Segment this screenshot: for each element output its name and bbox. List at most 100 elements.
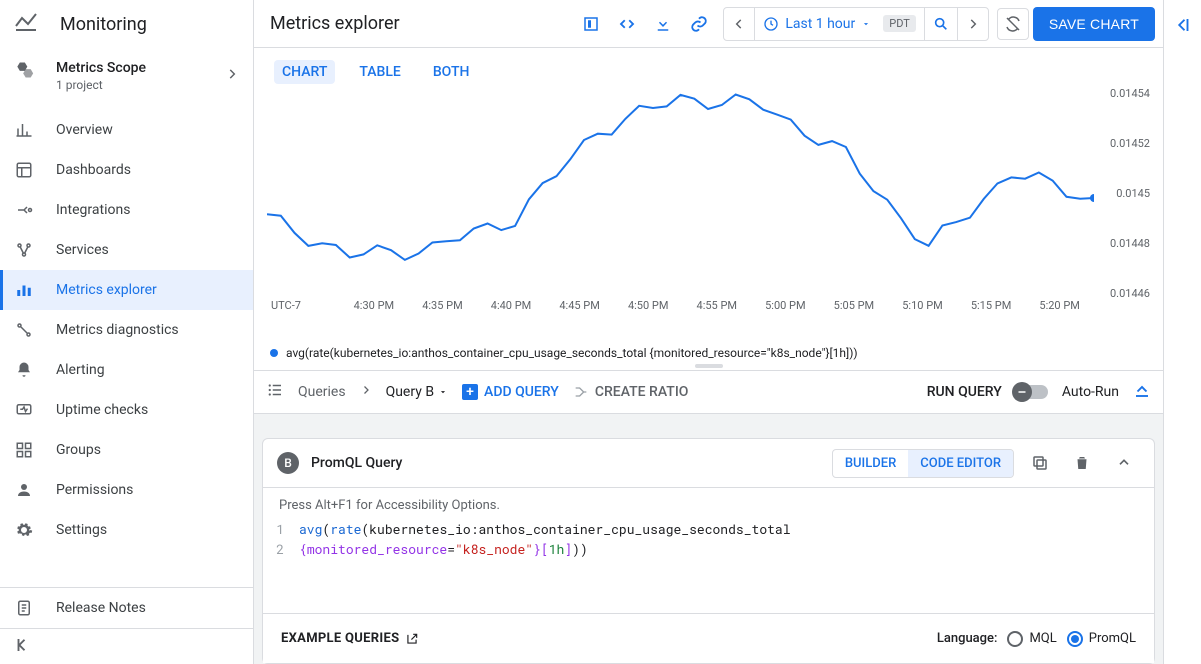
nav-label: Dashboards [56, 162, 131, 178]
nav-label: Settings [56, 522, 107, 538]
editor-bottom-bar: EXAMPLE QUERIES Language: MQL PromQL [263, 613, 1154, 663]
nav-label: Release Notes [56, 600, 146, 616]
nav-metrics-diagnostics[interactable]: Metrics diagnostics [0, 310, 253, 350]
query-toolbar: Queries Query B + ADD QUERY CREATE RATIO… [254, 370, 1163, 414]
dock-panel-button[interactable] [575, 8, 607, 40]
promql-label: PromQL [1089, 631, 1136, 646]
view-toggle: CHART TABLE BOTH [266, 56, 1151, 92]
merge-icon [573, 384, 589, 400]
create-ratio-button[interactable]: CREATE RATIO [573, 384, 689, 400]
sidebar-header: Monitoring [0, 0, 253, 48]
clock-icon [763, 16, 779, 32]
queries-label: Queries [298, 384, 346, 400]
example-queries-button[interactable]: EXAMPLE QUERIES [281, 631, 419, 646]
chevron-right-icon [225, 67, 239, 85]
hex-icon [14, 60, 34, 80]
gutter: 1 2 [263, 517, 293, 613]
code-body[interactable]: avg(rate(kubernetes_io:anthos_container_… [293, 517, 791, 613]
resize-handle[interactable] [266, 364, 1151, 368]
add-query-button[interactable]: + ADD QUERY [462, 384, 559, 400]
sidebar: Monitoring Metrics Scope 1 project Overv… [0, 0, 254, 664]
language-label: Language: [937, 631, 998, 646]
nav-overview[interactable]: Overview [0, 110, 253, 150]
chart[interactable]: 0.014540.014520.01450.014480.01446 UTC-7… [266, 92, 1151, 316]
time-prev-button[interactable] [724, 8, 754, 40]
view-chart-tab[interactable]: CHART [274, 60, 335, 84]
code-editor[interactable]: 1 2 avg(rate(kubernetes_io:anthos_contai… [263, 517, 1154, 613]
editor-panel: B PromQL Query BUILDER CODE EDITOR Press… [254, 414, 1163, 664]
query-badge: B [277, 452, 299, 474]
nav-release-notes[interactable]: Release Notes [0, 588, 253, 628]
auto-run-toggle[interactable] [1016, 385, 1048, 399]
legend-text: avg(rate(kubernetes_io:anthos_container_… [286, 346, 858, 360]
view-table-tab[interactable]: TABLE [351, 60, 408, 84]
diagnostics-icon [14, 320, 34, 340]
example-queries-label: EXAMPLE QUERIES [281, 631, 399, 646]
nav-services[interactable]: Services [0, 230, 253, 270]
nav-dashboards[interactable]: Dashboards [0, 150, 253, 190]
view-both-tab[interactable]: BOTH [425, 60, 478, 84]
bar-chart-icon [14, 120, 34, 140]
dropdown-icon [861, 19, 871, 29]
nav-label: Services [56, 242, 109, 258]
nav-settings[interactable]: Settings [0, 510, 253, 550]
time-next-button[interactable] [957, 8, 988, 40]
gear-icon [14, 520, 34, 540]
nav-metrics-explorer[interactable]: Metrics explorer [0, 270, 253, 310]
notes-icon [14, 598, 34, 618]
legend-dot-icon [270, 349, 278, 357]
query-selector[interactable]: Query B [386, 384, 448, 400]
mql-radio[interactable]: MQL [1007, 631, 1056, 647]
sidebar-collapse[interactable] [0, 628, 253, 664]
right-rail [1163, 0, 1201, 664]
sync-off-button[interactable] [997, 8, 1029, 40]
nav-uptime-checks[interactable]: Uptime checks [0, 390, 253, 430]
current-query-label: Query B [386, 384, 434, 400]
radio-icon [1067, 631, 1083, 647]
external-link-icon [405, 632, 419, 646]
create-ratio-label: CREATE RATIO [595, 384, 689, 400]
collapse-chart-button[interactable] [1133, 381, 1151, 403]
promql-radio[interactable]: PromQL [1067, 631, 1136, 647]
monitoring-logo-icon [14, 10, 38, 39]
metrics-scope-selector[interactable]: Metrics Scope 1 project [0, 48, 253, 104]
run-query-button[interactable]: RUN QUERY [927, 384, 1002, 400]
nav-label: Integrations [56, 202, 130, 218]
list-icon [266, 381, 284, 403]
time-range-button[interactable]: Last 1 hour PDT [754, 8, 924, 40]
nav-label: Groups [56, 442, 101, 458]
expand-panel-button[interactable] [1174, 16, 1192, 664]
collapse-card-button[interactable] [1108, 447, 1140, 479]
copy-button[interactable] [1024, 447, 1056, 479]
save-chart-button[interactable]: SAVE CHART [1033, 7, 1155, 41]
code-editor-tab[interactable]: CODE EDITOR [908, 450, 1013, 477]
plus-icon: + [462, 384, 478, 400]
nav-label: Overview [56, 122, 113, 138]
chevron-right-icon [360, 384, 372, 400]
scope-title: Metrics Scope [56, 60, 146, 76]
add-query-label: ADD QUERY [484, 384, 559, 400]
dashboard-icon [14, 160, 34, 180]
download-button[interactable] [647, 8, 679, 40]
auto-run-label: Auto-Run [1062, 384, 1119, 400]
toggle-knob-icon [1012, 382, 1032, 402]
nav-integrations[interactable]: Integrations [0, 190, 253, 230]
delete-button[interactable] [1066, 447, 1098, 479]
app-title: Monitoring [60, 14, 147, 35]
metrics-explorer-icon [14, 280, 34, 300]
dropdown-icon [438, 387, 448, 397]
page-title: Metrics explorer [270, 13, 400, 34]
nav-alerting[interactable]: Alerting [0, 350, 253, 390]
nav-permissions[interactable]: Permissions [0, 470, 253, 510]
code-button[interactable] [611, 8, 643, 40]
integrations-icon [14, 200, 34, 220]
chart-legend: avg(rate(kubernetes_io:anthos_container_… [266, 316, 1151, 362]
builder-tab[interactable]: BUILDER [833, 450, 908, 477]
main: Metrics explorer Last 1 hour PDT SAVE CH… [254, 0, 1163, 664]
zoom-button[interactable] [924, 8, 957, 40]
person-icon [14, 480, 34, 500]
nav-groups[interactable]: Groups [0, 430, 253, 470]
services-icon [14, 240, 34, 260]
groups-icon [14, 440, 34, 460]
link-button[interactable] [683, 8, 715, 40]
